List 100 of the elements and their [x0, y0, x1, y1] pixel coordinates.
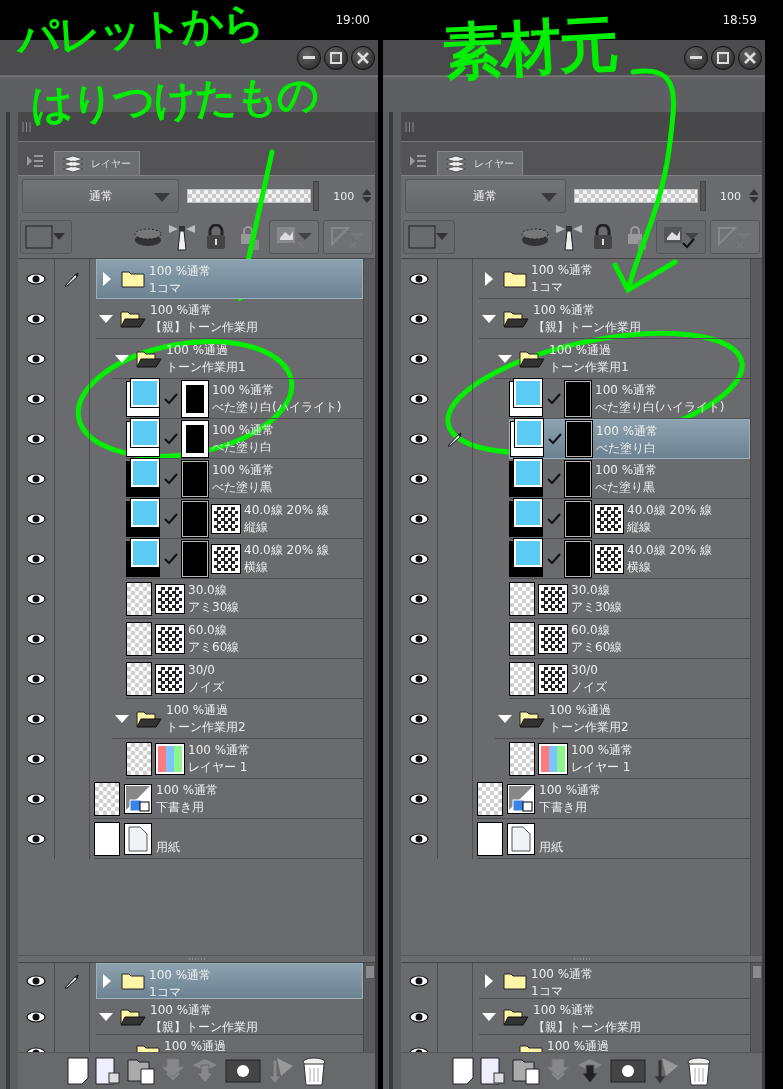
eye-icon[interactable]	[26, 633, 46, 645]
eye-icon[interactable]	[26, 473, 46, 485]
eye-icon[interactable]	[26, 353, 46, 365]
layer-row[interactable]: 40.0線 20% 線 横線	[509, 539, 750, 579]
layer-row[interactable]: 40.0線 20% 線 縦線	[509, 499, 750, 539]
opacity-slider[interactable]	[573, 181, 706, 211]
eye-icon[interactable]	[409, 633, 429, 645]
new-folder-icon[interactable]	[511, 1057, 540, 1085]
eye-icon[interactable]	[26, 433, 46, 445]
maximize-button[interactable]	[324, 45, 348, 70]
eye-icon[interactable]	[409, 713, 429, 725]
layer-row[interactable]: 100 %通常 【親】トーン作業用	[479, 999, 750, 1035]
layer-row[interactable]: 100 %通常 【親】トーン作業用	[479, 299, 750, 339]
layer-row[interactable]: 用紙	[477, 819, 750, 859]
new-vector-layer-icon[interactable]	[94, 1057, 121, 1085]
scrollbar[interactable]	[750, 259, 762, 955]
color-dropdown-button[interactable]	[20, 220, 72, 254]
layer-row[interactable]: 100 %通常 【親】トーン作業用	[96, 999, 363, 1035]
layer-row[interactable]: 30.0線 アミ30線	[126, 579, 363, 619]
layer-row[interactable]: 30/0 ノイズ	[126, 659, 363, 699]
eye-icon[interactable]	[409, 313, 429, 325]
maximize-button[interactable]	[711, 45, 735, 70]
eye-icon[interactable]	[26, 393, 46, 405]
layer-row[interactable]: 40.0線 20% 線 横線	[126, 539, 363, 579]
layer-row[interactable]: 60.0線 アミ60線	[126, 619, 363, 659]
layer-tab[interactable]: レイヤー	[54, 151, 140, 175]
eye-icon[interactable]	[26, 833, 46, 845]
close-button[interactable]	[738, 45, 762, 70]
splitter-handle[interactable]	[188, 958, 205, 960]
trash-icon[interactable]	[685, 1056, 712, 1086]
eye-icon[interactable]	[409, 513, 429, 525]
layer-mask-icon[interactable]	[609, 1059, 646, 1083]
layer-row[interactable]: 100 %通過 トーン作業用2	[112, 699, 363, 739]
eye-icon[interactable]	[409, 793, 429, 805]
eye-icon[interactable]	[409, 553, 429, 565]
eye-icon[interactable]	[409, 473, 429, 485]
layer-row[interactable]: 100 %通常 べた塗り白	[509, 419, 750, 459]
layer-row[interactable]: 用紙	[94, 819, 363, 859]
layer-row[interactable]: 30.0線 アミ30線	[509, 579, 750, 619]
scrollbar[interactable]	[363, 963, 375, 1052]
layer-row[interactable]: 100 %通過 トーン作業用2	[495, 699, 750, 739]
layer-mask-icon[interactable]	[224, 1059, 261, 1083]
eye-icon[interactable]	[409, 833, 429, 845]
layer-row[interactable]: 100 %通常 べた塗り黒	[509, 459, 750, 499]
layer-row[interactable]: 100 %通常 べた塗り白(ハイライト)	[126, 379, 363, 419]
layer-row[interactable]: 100 %通常 下書き用	[94, 779, 363, 819]
eye-icon[interactable]	[26, 793, 46, 805]
eye-icon[interactable]	[26, 273, 46, 285]
eye-icon[interactable]	[409, 273, 429, 285]
layer-row[interactable]: 60.0線 アミ60線	[509, 619, 750, 659]
layer-row[interactable]: 40.0線 20% 線 縦線	[126, 499, 363, 539]
eye-icon[interactable]	[409, 393, 429, 405]
new-layer-icon[interactable]	[66, 1057, 89, 1085]
color-dropdown-button[interactable]	[403, 220, 455, 254]
eye-icon[interactable]	[26, 673, 46, 685]
spinner-icon[interactable]	[748, 188, 758, 204]
transfer-icon[interactable]	[651, 1056, 680, 1086]
layer-row[interactable]: 100 %通常 1コマ	[96, 259, 363, 299]
eye-icon[interactable]	[26, 1011, 46, 1023]
scrollbar[interactable]	[363, 259, 375, 955]
layer-row[interactable]: 100 %通常 レイヤー 1	[509, 739, 750, 779]
eye-icon[interactable]	[409, 753, 429, 765]
eye-icon[interactable]	[26, 713, 46, 725]
layer-row[interactable]: 30/0 ノイズ	[509, 659, 750, 699]
scrollbar[interactable]	[750, 963, 762, 1052]
layer-row[interactable]: 100 %通常 1コマ	[96, 963, 363, 999]
eye-icon[interactable]	[409, 593, 429, 605]
new-folder-icon[interactable]	[126, 1057, 155, 1085]
splitter-handle[interactable]	[573, 958, 590, 960]
minimize-button[interactable]	[684, 45, 708, 70]
reference-layer-button[interactable]	[656, 220, 706, 254]
eye-icon[interactable]	[409, 1011, 429, 1023]
layer-row[interactable]: 100 %通常 べた塗り黒	[126, 459, 363, 499]
eye-icon[interactable]	[26, 753, 46, 765]
layer-row[interactable]: 100 %通常 1コマ	[479, 259, 750, 299]
eye-icon[interactable]	[409, 433, 429, 445]
layer-row[interactable]: 100 %通常 【親】トーン作業用	[96, 299, 363, 339]
reference-layer-button[interactable]	[269, 220, 319, 254]
layer-tab[interactable]: レイヤー	[437, 151, 523, 175]
blend-mode-dropdown[interactable]: 通常	[405, 179, 566, 213]
eye-icon[interactable]	[26, 313, 46, 325]
eye-icon[interactable]	[26, 975, 46, 987]
close-button[interactable]	[351, 45, 375, 70]
new-layer-icon[interactable]	[451, 1057, 474, 1085]
spinner-icon[interactable]	[362, 188, 371, 204]
opacity-slider[interactable]	[187, 181, 320, 211]
eye-icon[interactable]	[26, 513, 46, 525]
trash-icon[interactable]	[300, 1056, 327, 1086]
blend-mode-dropdown[interactable]: 通常	[22, 179, 180, 213]
layer-row[interactable]: 100 %通常 レイヤー 1	[126, 739, 363, 779]
layer-row[interactable]: 100 %通常 1コマ	[479, 963, 750, 999]
eye-icon[interactable]	[26, 553, 46, 565]
layer-row[interactable]: 100 %通常 下書き用	[477, 779, 750, 819]
eye-icon[interactable]	[26, 593, 46, 605]
grip-icon[interactable]	[22, 121, 32, 132]
new-vector-layer-icon[interactable]	[479, 1057, 506, 1085]
minimize-button[interactable]	[297, 45, 321, 70]
eye-icon[interactable]	[409, 353, 429, 365]
eye-icon[interactable]	[409, 673, 429, 685]
eye-icon[interactable]	[409, 975, 429, 987]
